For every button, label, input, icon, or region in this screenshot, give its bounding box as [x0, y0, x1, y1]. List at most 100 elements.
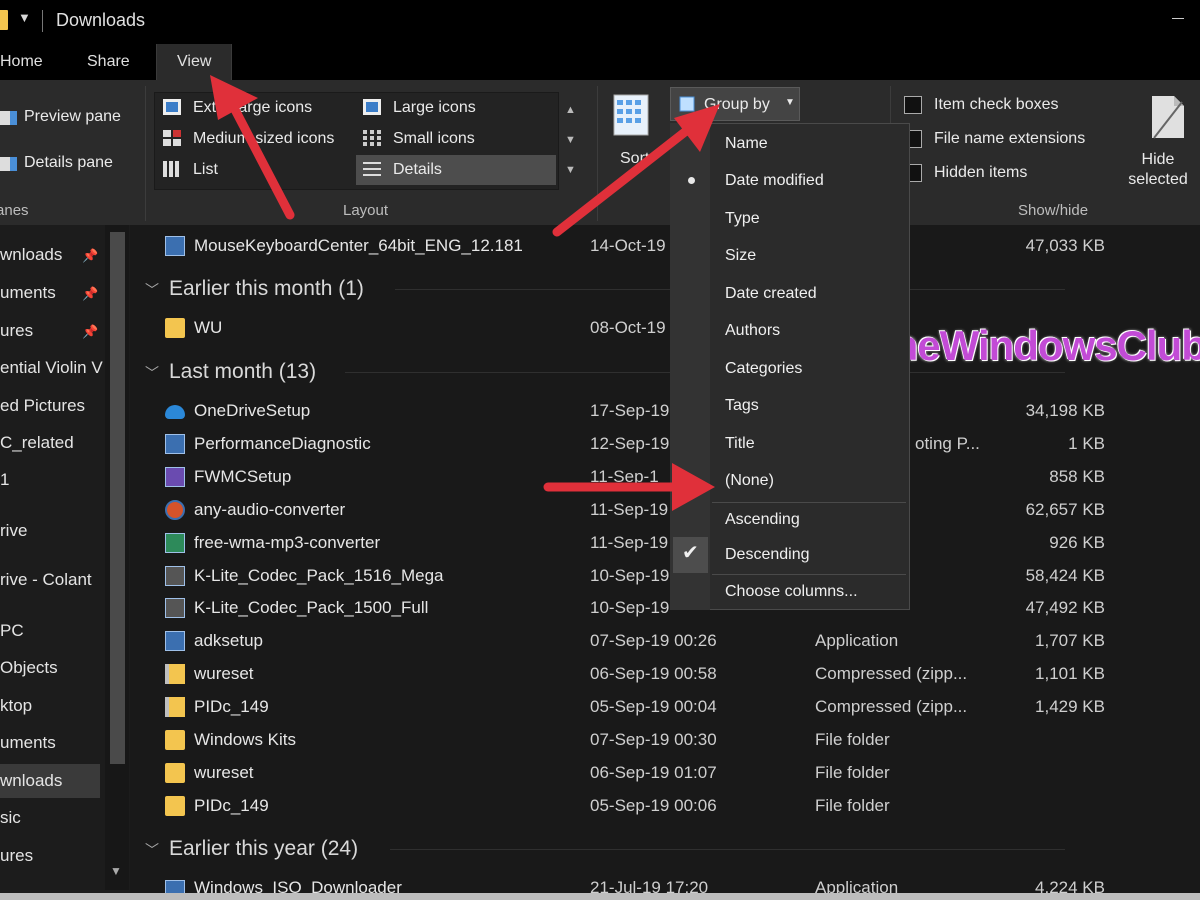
list-option[interactable]: List	[193, 161, 218, 179]
file-type: Application	[815, 878, 899, 893]
group-by-icon	[679, 96, 695, 112]
menu-separator	[712, 574, 906, 575]
file-name[interactable]: Windows Kits	[194, 730, 296, 750]
layout-scroll-down-icon[interactable]: ▼	[565, 134, 576, 146]
layout-scroll-up-icon[interactable]: ▲	[565, 104, 576, 116]
file-name[interactable]: PIDc_149	[194, 697, 269, 717]
menu-item-descending[interactable]: Descending	[725, 546, 810, 564]
menu-item-none[interactable]: (None)	[725, 472, 774, 490]
codec-pack-icon	[165, 598, 185, 618]
file-name[interactable]: OneDriveSetup	[194, 401, 310, 421]
file-name[interactable]: K-Lite_Codec_Pack_1516_Mega	[194, 566, 444, 586]
file-name[interactable]: wureset	[194, 763, 254, 783]
sidebar-item-pictures-pc[interactable]: ures	[0, 846, 33, 866]
sidebar-item-pictures[interactable]: ures	[0, 321, 33, 341]
file-name[interactable]: FWMCSetup	[194, 467, 291, 487]
file-type: File folder	[815, 763, 890, 782]
file-name[interactable]: free-wma-mp3-converter	[194, 533, 380, 553]
tab-share[interactable]: Share	[87, 53, 130, 71]
codec-pack-icon	[165, 566, 185, 586]
file-size: 62,657 KB	[1025, 500, 1105, 519]
medium-icons-option[interactable]: Medium-sized icons	[193, 130, 334, 148]
extra-large-icons-option[interactable]: Extra large icons	[193, 99, 312, 117]
group-header[interactable]: ﹀ Earlier this month (1)	[145, 277, 364, 301]
sidebar-item-essential-violin[interactable]: ential Violin V	[0, 358, 103, 378]
file-name[interactable]: Windows_ISO_Downloader	[194, 878, 402, 893]
installer-icon	[165, 533, 185, 553]
file-name[interactable]: PerformanceDiagnostic	[194, 434, 371, 454]
menu-item-ascending[interactable]: Ascending	[725, 511, 800, 529]
sidebar-item-music[interactable]: sic	[0, 808, 21, 828]
menu-item-tags[interactable]: Tags	[725, 397, 759, 415]
large-icons-option[interactable]: Large icons	[393, 99, 476, 117]
sidebar-item-desktop[interactable]: ktop	[0, 696, 32, 716]
title-bar: ▼ Downloads	[0, 0, 1200, 42]
layout-group-label: Layout	[343, 202, 389, 219]
chevron-down-icon: ﹀	[145, 282, 159, 298]
menu-item-categories[interactable]: Categories	[725, 360, 802, 378]
menu-item-authors[interactable]: Authors	[725, 322, 780, 340]
sidebar-item-documents-pc[interactable]: uments	[0, 733, 56, 753]
file-size: 926 KB	[1049, 533, 1105, 552]
folder-icon	[0, 10, 8, 30]
file-type: Compressed (zipp...	[815, 664, 968, 683]
hide-selected-items-button[interactable]: Hide selected items	[1113, 150, 1200, 192]
ribbon-separator	[145, 86, 146, 221]
sidebar-item-1[interactable]: 1	[0, 470, 9, 490]
zip-folder-icon	[165, 664, 185, 684]
menu-separator	[712, 502, 906, 503]
ribbon-tabs: Home Share View	[0, 42, 1200, 80]
details-icon	[363, 162, 381, 176]
sidebar-item-3d-objects[interactable]: Objects	[0, 658, 58, 678]
sidebar-scrollbar-thumb[interactable]	[110, 232, 125, 764]
sidebar-item-downloads-pc[interactable]: wnloads	[0, 771, 62, 791]
menu-item-choose-columns[interactable]: Choose columns...	[725, 583, 858, 601]
sidebar-item-saved-pictures[interactable]: ed Pictures	[0, 396, 85, 416]
hide-selected-items-icon	[1152, 96, 1184, 139]
sidebar-item-onedrive[interactable]: rive	[0, 521, 27, 541]
horizontal-scrollbar[interactable]	[0, 893, 1200, 900]
file-name[interactable]: any-audio-converter	[194, 500, 345, 520]
quick-access-dropdown-icon[interactable]: ▼	[18, 10, 31, 25]
preview-pane-button[interactable]: Preview pane	[24, 108, 121, 126]
sidebar-item-onedrive-colant[interactable]: rive - Colant	[0, 570, 92, 590]
file-name[interactable]: adksetup	[194, 631, 263, 651]
file-size: 1,429 KB	[1035, 697, 1105, 716]
sidebar-item-c-related[interactable]: C_related	[0, 433, 74, 453]
sidebar-item-documents[interactable]: uments	[0, 283, 56, 303]
file-name[interactable]: PIDc_149	[194, 796, 269, 816]
tab-view[interactable]: View	[156, 44, 233, 80]
menu-item-type[interactable]: Type	[725, 210, 760, 228]
application-icon	[165, 880, 185, 893]
folder-icon	[165, 796, 185, 816]
layout-more-icon[interactable]: ▼	[565, 164, 576, 176]
menu-item-date-modified[interactable]: Date modified	[725, 172, 824, 190]
menu-item-date-created[interactable]: Date created	[725, 285, 817, 303]
details-pane-button[interactable]: Details pane	[24, 154, 113, 172]
minimize-icon[interactable]	[1172, 18, 1184, 19]
small-icons-option[interactable]: Small icons	[393, 130, 475, 148]
menu-item-title[interactable]: Title	[725, 435, 755, 453]
installer-icon	[165, 467, 185, 487]
group-header[interactable]: ﹀ Earlier this year (24)	[145, 837, 358, 861]
sort-by-button[interactable]: Sort	[620, 150, 649, 168]
file-size: 47,033 KB	[1025, 236, 1105, 255]
file-date: 10-Sep-19	[590, 598, 670, 617]
sidebar-item-this-pc[interactable]: PC	[0, 621, 24, 641]
file-date: 08-Oct-19	[590, 318, 666, 337]
menu-item-size[interactable]: Size	[725, 247, 756, 265]
group-title: Earlier this year (24)	[169, 837, 359, 860]
menu-item-name[interactable]: Name	[725, 135, 768, 153]
group-header[interactable]: ﹀ Last month (13)	[145, 360, 316, 384]
item-check-boxes-checkbox[interactable]	[904, 96, 922, 114]
details-option[interactable]: Details	[393, 161, 442, 179]
sidebar-item-downloads[interactable]: wnloads	[0, 245, 62, 265]
group-title: Last month (13)	[169, 360, 317, 383]
file-name[interactable]: wureset	[194, 664, 254, 684]
folder-icon	[165, 730, 185, 750]
file-name[interactable]: MouseKeyboardCenter_64bit_ENG_12.181	[194, 236, 523, 256]
tab-home[interactable]: Home	[0, 53, 43, 71]
file-name[interactable]: K-Lite_Codec_Pack_1500_Full	[194, 598, 428, 618]
show-hide-group-label: Show/hide	[1018, 202, 1089, 219]
file-name[interactable]: WU	[194, 318, 222, 338]
